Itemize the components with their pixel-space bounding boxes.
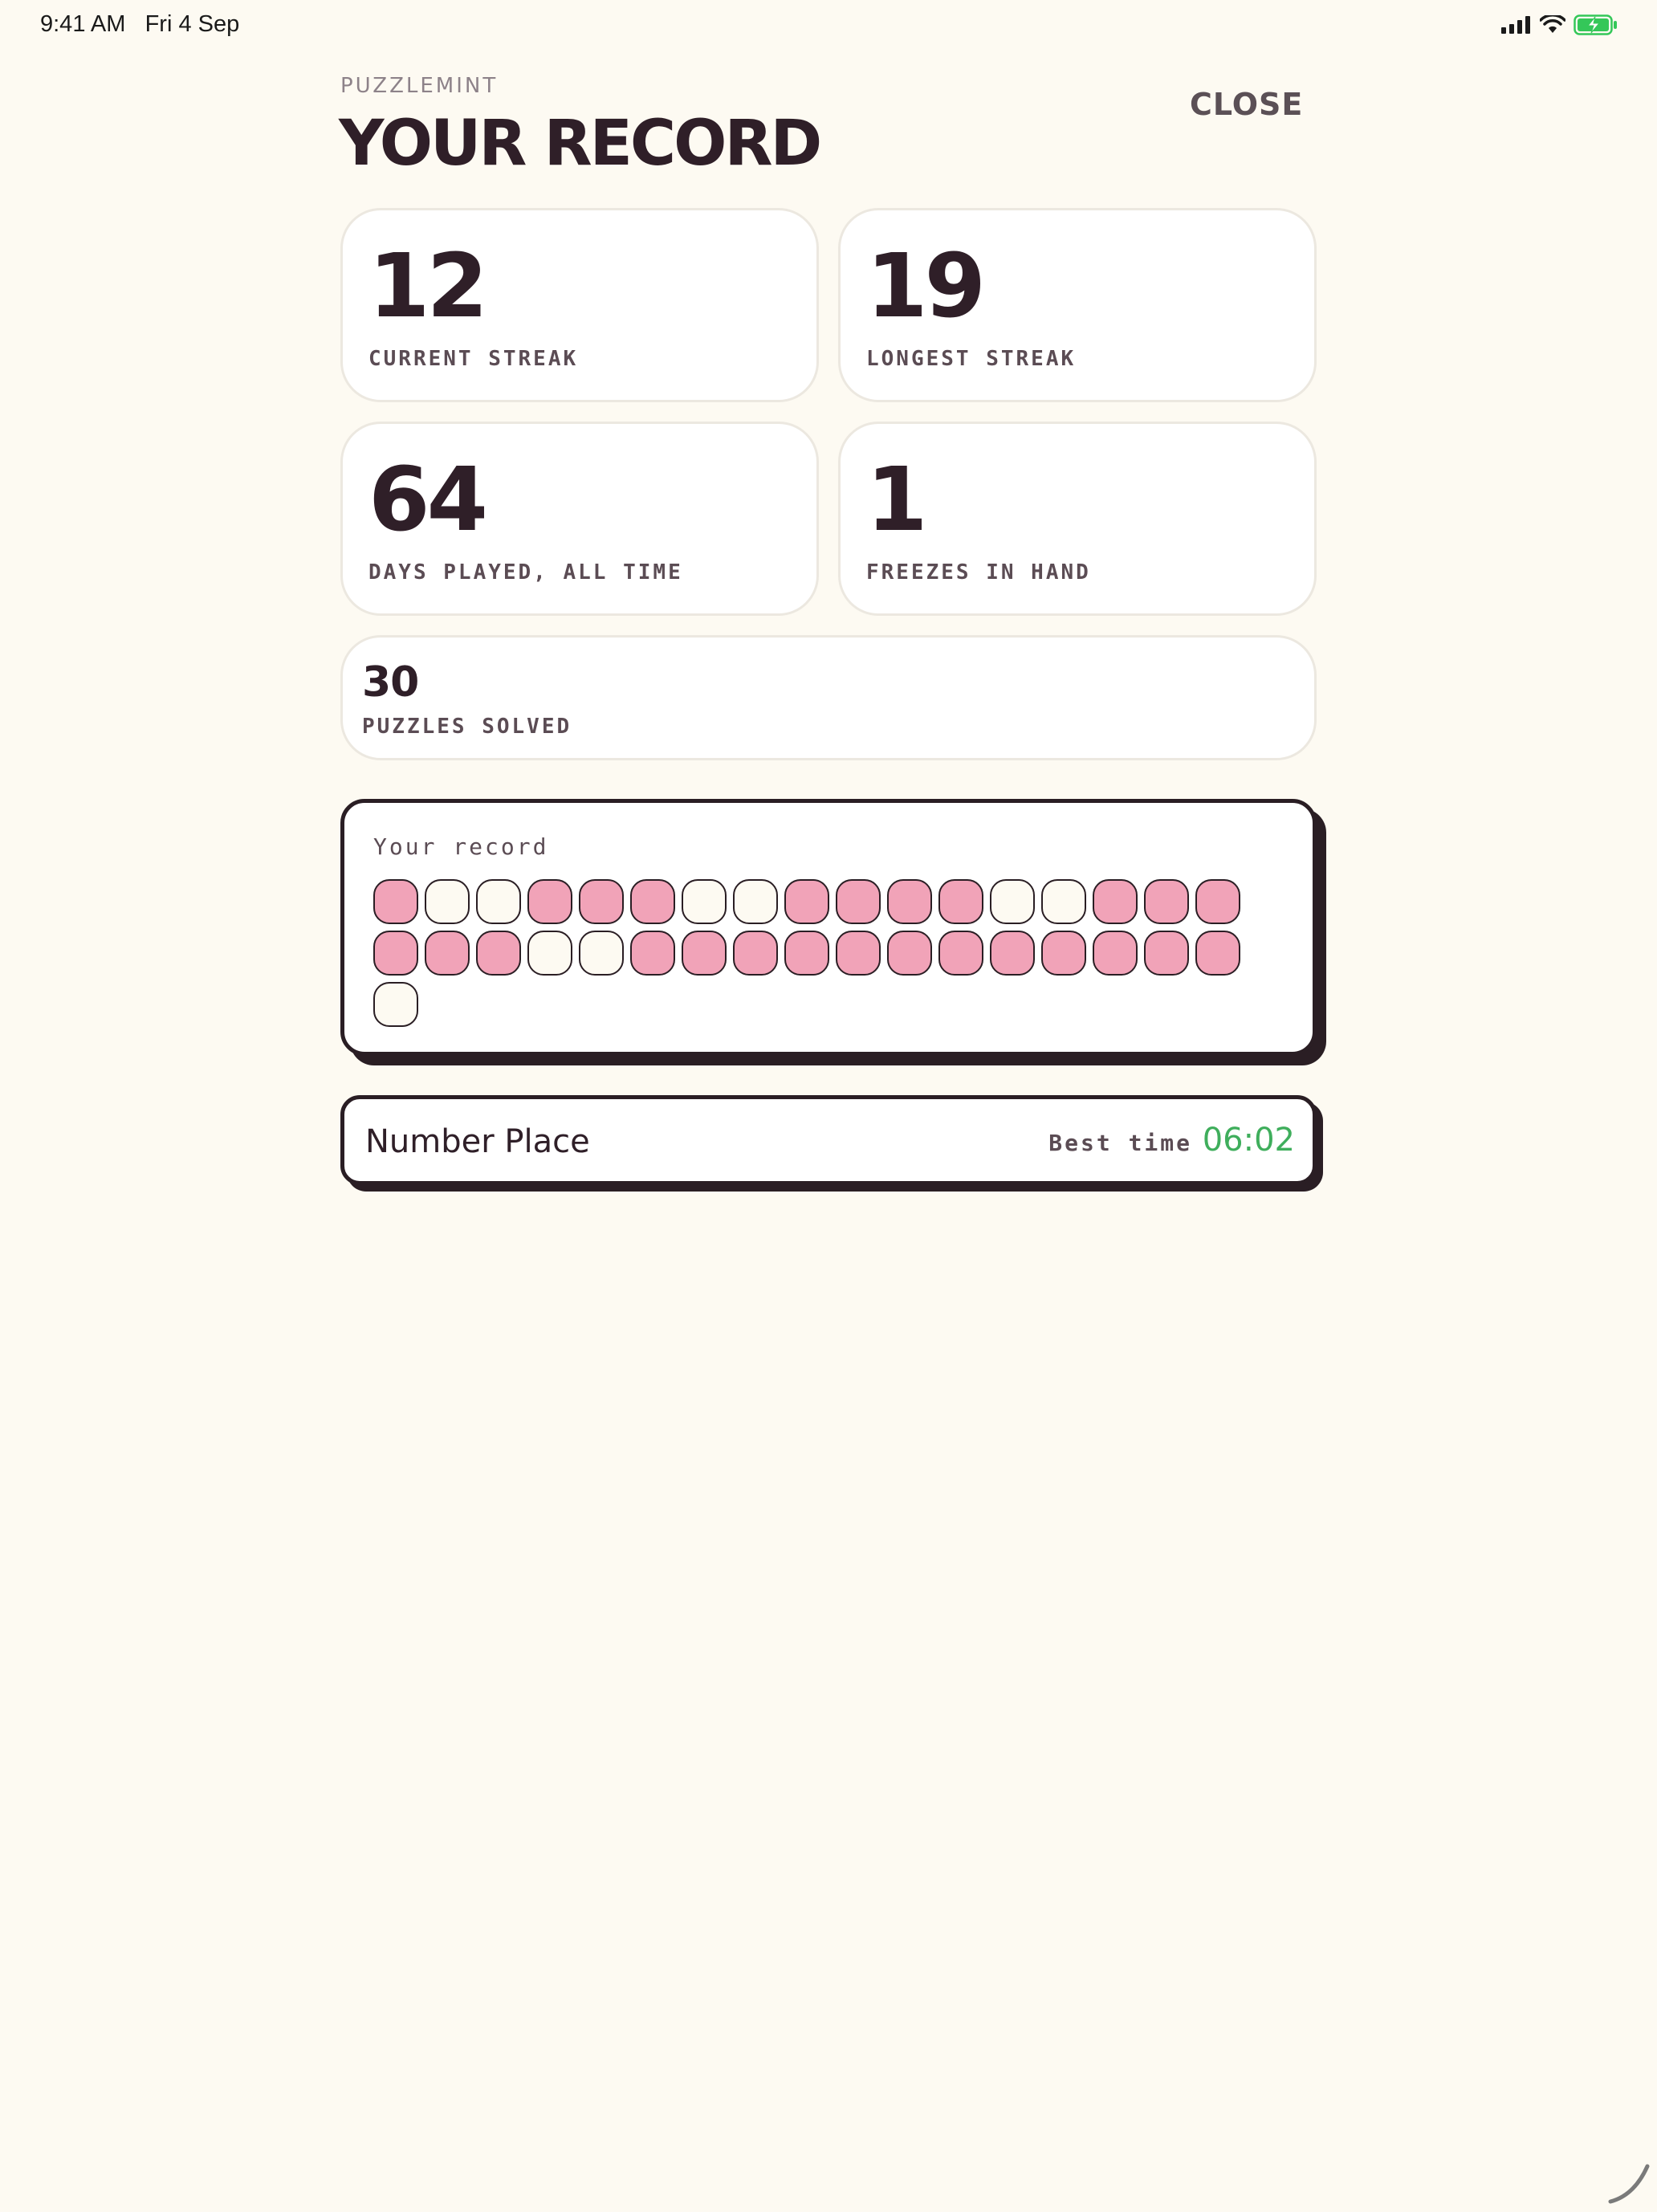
stat-value: 12 xyxy=(368,234,488,337)
app-eyebrow: PUZZLEMINT xyxy=(340,74,499,98)
record-day-played xyxy=(1195,931,1240,976)
record-day-played xyxy=(373,931,418,976)
battery-charging-icon xyxy=(1574,14,1618,35)
status-icons xyxy=(1501,14,1618,35)
record-day-missed xyxy=(682,879,727,924)
record-day-missed xyxy=(527,931,572,976)
record-day-played xyxy=(630,879,675,924)
stat-label: FREEZES IN HAND xyxy=(866,560,1091,585)
close-button[interactable]: CLOSE xyxy=(1190,87,1303,122)
page-title: YOUR RECORD xyxy=(339,108,822,180)
record-panel: Your record xyxy=(340,799,1317,1056)
record-day-played xyxy=(784,879,829,924)
record-day-played xyxy=(938,931,983,976)
stat-card-freezes: 1 FREEZES IN HAND xyxy=(838,422,1317,616)
record-day-played xyxy=(887,879,932,924)
stat-value: 30 xyxy=(362,658,419,707)
corner-curve-icon xyxy=(1606,2160,1654,2212)
record-day-played xyxy=(1093,931,1138,976)
stat-label: DAYS PLAYED, ALL TIME xyxy=(368,560,683,585)
record-title: Your record xyxy=(373,833,549,860)
stat-value: 19 xyxy=(866,234,986,337)
record-day-missed xyxy=(476,879,521,924)
record-day-missed xyxy=(733,879,778,924)
record-day-played xyxy=(425,931,470,976)
best-time-value: 06:02 xyxy=(1202,1122,1295,1159)
record-day-played xyxy=(1041,931,1086,976)
record-day-played xyxy=(1195,879,1240,924)
record-day-played xyxy=(836,879,881,924)
record-day-missed xyxy=(579,931,624,976)
record-day-missed xyxy=(990,879,1035,924)
status-bar: 9:41 AM Fri 4 Sep xyxy=(0,0,1657,51)
record-day-played xyxy=(1144,879,1189,924)
stat-card-current-streak: 12 CURRENT STREAK xyxy=(340,208,819,402)
record-day-played xyxy=(733,931,778,976)
record-day-played xyxy=(836,931,881,976)
signal-icon xyxy=(1501,16,1532,34)
record-day-played xyxy=(938,879,983,924)
stat-card-days-played: 64 DAYS PLAYED, ALL TIME xyxy=(340,422,819,616)
record-day-missed xyxy=(425,879,470,924)
stat-card-puzzles-solved: 30 PUZZLES SOLVED xyxy=(340,635,1317,760)
stat-label: CURRENT STREAK xyxy=(368,347,579,371)
record-day-played xyxy=(373,879,418,924)
stat-value: 1 xyxy=(866,448,928,551)
record-day-played xyxy=(887,931,932,976)
record-day-played xyxy=(630,931,675,976)
stat-label: PUZZLES SOLVED xyxy=(362,715,572,739)
game-name: Number Place xyxy=(365,1123,590,1160)
wifi-icon xyxy=(1540,15,1565,35)
record-day-played xyxy=(990,931,1035,976)
record-day-played xyxy=(1144,931,1189,976)
best-time-row[interactable]: Number Place Best time 06:02 xyxy=(340,1095,1317,1185)
record-day-missed xyxy=(1041,879,1086,924)
record-day-played xyxy=(579,879,624,924)
record-day-played xyxy=(476,931,521,976)
record-day-played xyxy=(784,931,829,976)
stat-card-longest-streak: 19 LONGEST STREAK xyxy=(838,208,1317,402)
record-day-played xyxy=(1093,879,1138,924)
stat-value: 64 xyxy=(368,448,488,551)
record-day-played xyxy=(682,931,727,976)
status-time: 9:41 AM Fri 4 Sep xyxy=(40,11,240,37)
record-grid xyxy=(373,879,1272,1027)
record-day-missed xyxy=(373,982,418,1027)
best-time-label: Best time xyxy=(1048,1130,1192,1156)
stat-label: LONGEST STREAK xyxy=(866,347,1077,371)
record-day-played xyxy=(527,879,572,924)
